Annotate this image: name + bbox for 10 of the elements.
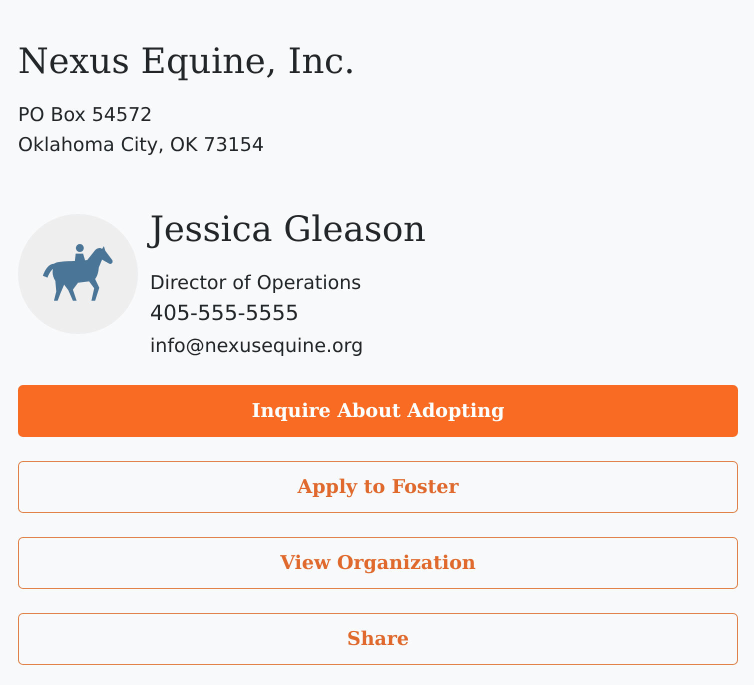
action-button[interactable]: Share — [18, 613, 738, 665]
contact-email: info@nexusequine.org — [150, 334, 364, 359]
address-line: Oklahoma City, OK 73154 — [18, 133, 264, 158]
inquire-button[interactable]: Inquire About Adopting — [18, 385, 738, 437]
address-line: PO Box 54572 — [18, 103, 152, 128]
organization-name: Nexus Equine, Inc. — [18, 42, 355, 82]
contact-phone: 405-555-5555 — [150, 300, 299, 327]
action-button[interactable]: Apply to Foster — [18, 461, 738, 513]
action-button[interactable]: View Organization — [18, 537, 738, 589]
contact-role: Director of Operations — [150, 271, 362, 296]
